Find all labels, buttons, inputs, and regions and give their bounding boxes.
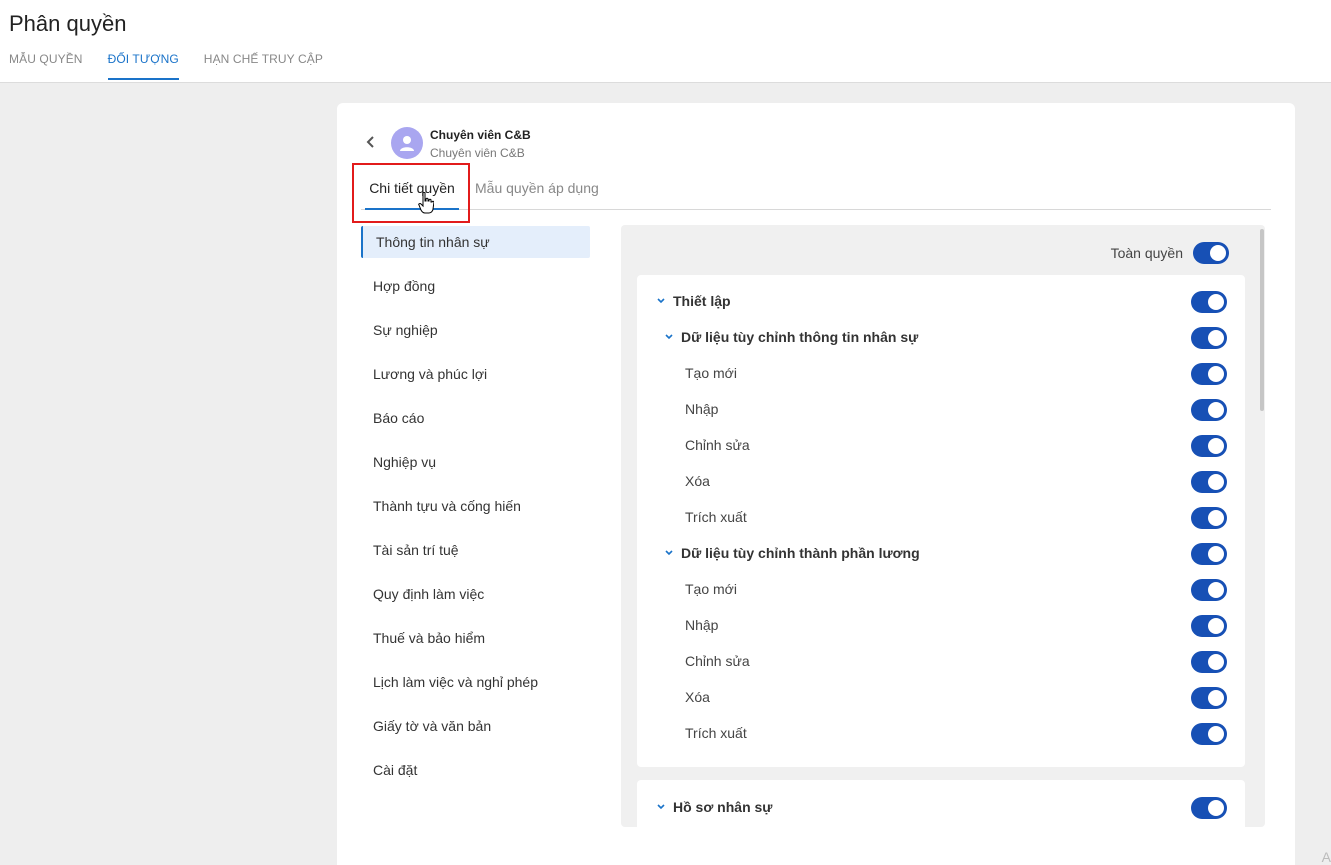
perm-label: Trích xuất — [685, 725, 747, 741]
permission-group: Thiết lập Dữ liệu tùy chỉnh thông tin nh… — [637, 275, 1245, 767]
perm-row-sub2: Dữ liệu tùy chỉnh thành phần lương — [637, 536, 1245, 572]
detail-card: Chuyên viên C&B Chuyên viên C&B Chi tiết… — [337, 103, 1295, 865]
menu-item-quy-dinh[interactable]: Quy định làm việc — [361, 578, 590, 610]
header-bar: Phân quyền MẪU QUYỀN ĐỐI TƯỢNG HẠN CHẾ T… — [0, 0, 1331, 83]
top-tabs: MẪU QUYỀN ĐỐI TƯỢNG HẠN CHẾ TRUY CẬP — [9, 52, 348, 80]
perm-label: Trích xuất — [685, 509, 747, 525]
tab-chi-tiet-quyen[interactable]: Chi tiết quyền — [365, 180, 459, 210]
perm-label: Dữ liệu tùy chỉnh thông tin nhân sự — [681, 329, 919, 345]
menu-item-thue-bao-hiem[interactable]: Thuế và bảo hiểm — [361, 622, 590, 654]
toggle-chinh-sua[interactable] — [1191, 651, 1227, 673]
perm-row: Chỉnh sửa — [637, 428, 1245, 464]
perm-label: Xóa — [685, 473, 710, 489]
chevron-down-icon[interactable] — [664, 548, 674, 558]
toggle-tao-moi[interactable] — [1191, 579, 1227, 601]
tab-mau-quyen[interactable]: MẪU QUYỀN — [9, 52, 83, 80]
toggle-trich-xuat[interactable] — [1191, 507, 1227, 529]
toggle-sub2[interactable] — [1191, 543, 1227, 565]
toggle-nhap[interactable] — [1191, 615, 1227, 637]
user-role: Chuyên viên C&B — [430, 146, 525, 160]
perm-label: Hồ sơ nhân sự — [673, 799, 773, 815]
perm-row: Nhập — [637, 608, 1245, 644]
perm-label: Chỉnh sửa — [685, 653, 750, 669]
menu-item-thanh-tuu[interactable]: Thành tựu và cống hiến — [361, 490, 590, 522]
full-permission-toggle[interactable] — [1193, 242, 1229, 264]
toggle-xoa[interactable] — [1191, 687, 1227, 709]
menu-item-giay-to[interactable]: Giấy tờ và văn bản — [361, 710, 590, 742]
perm-label: Tạo mới — [685, 581, 737, 597]
toggle-nhap[interactable] — [1191, 399, 1227, 421]
perm-label: Tạo mới — [685, 365, 737, 381]
detail-tabs: Chi tiết quyền Mẫu quyền áp dụng — [361, 170, 1271, 210]
perm-row: Nhập — [637, 392, 1245, 428]
scrollbar[interactable] — [1260, 229, 1264, 411]
perm-row-ho-so: Hồ sơ nhân sự — [637, 790, 1245, 826]
perm-row: Xóa — [637, 464, 1245, 500]
full-permission-row: Toàn quyền — [1111, 242, 1229, 264]
menu-item-nghiep-vu[interactable]: Nghiệp vụ — [361, 446, 590, 478]
toggle-ho-so[interactable] — [1191, 797, 1227, 819]
toggle-trich-xuat[interactable] — [1191, 723, 1227, 745]
page-title: Phân quyền — [9, 11, 127, 36]
menu-item-luong-phuc-loi[interactable]: Lương và phúc lợi — [361, 358, 590, 390]
avatar — [391, 127, 423, 159]
permission-panel: Toàn quyền Thiết lập Dữ liệu tùy chỉnh t… — [621, 225, 1265, 827]
perm-label: Xóa — [685, 689, 710, 705]
tab-han-che-truy-cap[interactable]: HẠN CHẾ TRUY CẬP — [204, 52, 323, 80]
menu-item-cai-dat[interactable]: Cài đặt — [361, 754, 590, 786]
user-name: Chuyên viên C&B — [430, 128, 531, 142]
left-menu: Thông tin nhân sự Hợp đồng Sự nghiệp Lươ… — [361, 226, 590, 798]
menu-item-tai-san-tri-tue[interactable]: Tài sản trí tuệ — [361, 534, 590, 566]
toggle-thiet-lap[interactable] — [1191, 291, 1227, 313]
perm-row: Tạo mới — [637, 572, 1245, 608]
menu-item-lich-lam-viec[interactable]: Lịch làm việc và nghỉ phép — [361, 666, 590, 698]
perm-label: Nhập — [685, 401, 719, 417]
chevron-down-icon[interactable] — [656, 802, 666, 812]
perm-row: Tạo mới — [637, 356, 1245, 392]
corner-text: A — [1321, 849, 1331, 865]
user-icon — [400, 136, 414, 151]
chevron-down-icon[interactable] — [664, 332, 674, 342]
perm-row: Trích xuất — [637, 716, 1245, 752]
toggle-sub1[interactable] — [1191, 327, 1227, 349]
full-permission-label: Toàn quyền — [1110, 245, 1183, 261]
perm-row: Chỉnh sửa — [637, 644, 1245, 680]
menu-item-su-nghiep[interactable]: Sự nghiệp — [361, 314, 590, 346]
perm-row-sub1: Dữ liệu tùy chỉnh thông tin nhân sự — [637, 320, 1245, 356]
toggle-xoa[interactable] — [1191, 471, 1227, 493]
menu-item-bao-cao[interactable]: Báo cáo — [361, 402, 590, 434]
toggle-chinh-sua[interactable] — [1191, 435, 1227, 457]
perm-label: Dữ liệu tùy chỉnh thành phần lương — [681, 545, 920, 561]
perm-label: Chỉnh sửa — [685, 437, 750, 453]
perm-label: Nhập — [685, 617, 719, 633]
menu-item-thong-tin-nhan-su[interactable]: Thông tin nhân sự — [361, 226, 590, 258]
perm-row-thiet-lap: Thiết lập — [637, 284, 1245, 320]
tab-mau-quyen-ap-dung[interactable]: Mẫu quyền áp dụng — [475, 180, 599, 196]
tab-doi-tuong[interactable]: ĐỐI TƯỢNG — [107, 52, 179, 80]
permission-group: Hồ sơ nhân sự — [637, 780, 1245, 827]
perm-row: Trích xuất — [637, 500, 1245, 536]
chevron-down-icon[interactable] — [656, 296, 666, 306]
hand-cursor-icon — [418, 191, 435, 214]
perm-row: Xóa — [637, 680, 1245, 716]
toggle-tao-moi[interactable] — [1191, 363, 1227, 385]
back-icon[interactable] — [363, 134, 379, 150]
perm-label: Thiết lập — [673, 293, 731, 309]
menu-item-hop-dong[interactable]: Hợp đồng — [361, 270, 590, 302]
